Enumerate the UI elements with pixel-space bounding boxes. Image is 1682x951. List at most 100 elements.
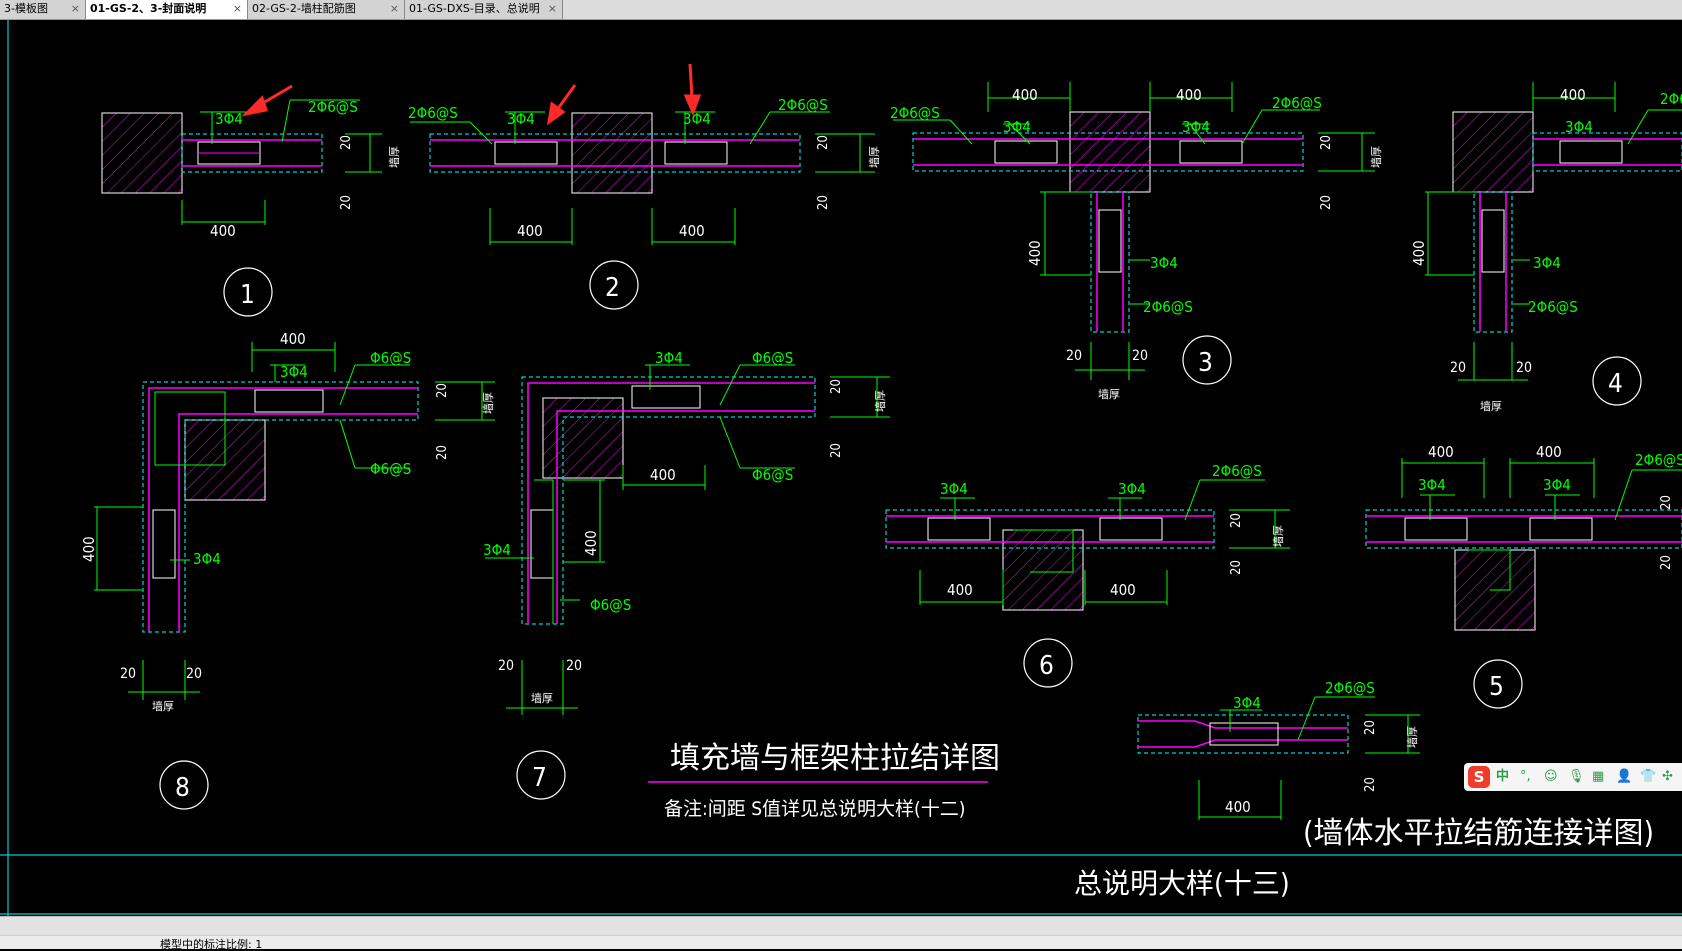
drawing-titles: 填充墙与框架柱拉结详图 备注:间距 S值详见总说明大样(十二) 总说明大样(十三…: [648, 741, 1290, 900]
column-section: [571, 112, 653, 194]
detail-number: 7: [532, 763, 547, 793]
dim-400: 400: [1026, 240, 1044, 266]
dim-400: 400: [1410, 240, 1428, 266]
close-icon[interactable]: ×: [233, 0, 242, 17]
label-3phi4: 3Φ4: [215, 110, 243, 128]
dim-400: 400: [1110, 581, 1136, 599]
dim-20: 20: [829, 379, 844, 394]
label-2phi6: 2Φ6@S: [1528, 298, 1578, 316]
label-3phi4: 3Φ4: [655, 349, 683, 367]
dim-20: 20: [339, 195, 354, 210]
skin-icon[interactable]: 👕: [1640, 767, 1656, 787]
dim-20: 20: [498, 658, 514, 674]
dim-20: 20: [816, 195, 831, 210]
label-phi6: Φ6@S: [370, 349, 411, 367]
dim-400: 400: [210, 222, 236, 240]
close-icon[interactable]: ×: [548, 0, 557, 17]
dim-20: 20: [1659, 555, 1674, 570]
microphone-icon[interactable]: 🎙: [1568, 767, 1585, 787]
label-2phi6: 2Φ6@S: [408, 104, 458, 122]
label-3phi4: 3Φ4: [193, 550, 221, 568]
dim-20: 20: [1319, 135, 1334, 150]
punctuation-icon[interactable]: °,: [1520, 767, 1531, 787]
column-section: [101, 112, 183, 194]
dim-20: 20: [435, 383, 450, 398]
keyboard-icon[interactable]: ▦: [1592, 767, 1604, 787]
user-icon[interactable]: 👤: [1616, 767, 1632, 787]
label-2phi6: 2Φ6@S: [1660, 90, 1682, 108]
sogou-logo-icon[interactable]: S: [1468, 766, 1490, 788]
label-3phi4: 3Φ4: [1150, 254, 1178, 272]
dim-400: 400: [650, 466, 676, 484]
label-3phi4: 3Φ4: [1565, 118, 1593, 136]
label-3phi4: 3Φ4: [1233, 694, 1261, 712]
column-section: [1069, 111, 1151, 193]
label-2phi6: 2Φ6@S: [1272, 94, 1322, 112]
detail-6: 3Φ4 3Φ4 2Φ6@S 400 400 20 20 墙厚 6: [885, 462, 1290, 688]
dim-20: 20: [1363, 777, 1378, 792]
label-2phi6: 2Φ6@S: [308, 98, 358, 116]
tab-label: 01-GS-DXS-目录、总说明: [409, 2, 540, 15]
wall-thickness-label: 墙厚: [1369, 146, 1383, 168]
dim-400: 400: [1176, 86, 1202, 104]
chinese-mode-icon[interactable]: 中: [1496, 767, 1509, 787]
dim-400: 400: [280, 330, 306, 348]
ime-toolbar[interactable]: S 中 °, ☺ 🎙 ▦ 👤 👕 ✣: [1464, 763, 1682, 791]
label-phi6: Φ6@S: [752, 466, 793, 484]
detail-7: 3Φ4 Φ6@S Φ6@S 400 400 3Φ4 Φ6@S 20 20 墙厚 …: [483, 349, 890, 800]
label-3phi4: 3Φ4: [683, 110, 711, 128]
close-icon[interactable]: ×: [71, 0, 80, 17]
tab-1[interactable]: 01-GS-2、3-封面说明 ×: [86, 0, 248, 19]
horizontal-scrollbar[interactable]: [0, 917, 1682, 936]
wall-thickness-label: 墙厚: [873, 390, 887, 412]
detail-1: 3Φ4 2Φ6@S 400 20 20 墙厚 1: [101, 98, 401, 317]
label-2phi6: 2Φ6@S: [1212, 462, 1262, 480]
label-phi6: Φ6@S: [752, 349, 793, 367]
dim-400: 400: [947, 581, 973, 599]
tab-3[interactable]: 01-GS-DXS-目录、总说明 ×: [405, 0, 563, 19]
dim-20: 20: [339, 135, 354, 150]
detail-number: 2: [605, 273, 620, 303]
label-phi6: Φ6@S: [590, 596, 631, 614]
sub-title: (墙体水平拉结筋连接详图): [1303, 816, 1654, 851]
detail-3: 400 400 3Φ4 3Φ4 2Φ6@S 2Φ6@S 3Φ4 2Φ6@S 40…: [890, 82, 1383, 401]
label-3phi4: 3Φ4: [1182, 118, 1210, 136]
emoji-icon[interactable]: ☺: [1544, 767, 1558, 787]
label-2phi6: 2Φ6@S: [1325, 679, 1375, 697]
label-3phi4: 3Φ4: [1418, 476, 1446, 494]
label-2phi6: 2Φ6@S: [778, 96, 828, 114]
note-text: 备注:间距 S值详见总说明大样(十二): [664, 798, 965, 820]
dim-400: 400: [679, 222, 705, 240]
dim-20: 20: [1132, 348, 1148, 364]
close-icon[interactable]: ×: [390, 0, 399, 17]
wall-thickness-label: 墙厚: [152, 699, 174, 713]
detail-5: 400 400 3Φ4 3Φ4 2Φ6@S 20 20 5: [1365, 443, 1682, 709]
dim-20: 20: [829, 443, 844, 458]
wall-thickness-label: 墙厚: [1098, 387, 1120, 401]
dim-20: 20: [1066, 348, 1082, 364]
dim-20: 20: [186, 666, 202, 682]
tab-0[interactable]: 3-模板图 ×: [0, 0, 86, 19]
tab-label: 02-GS-2-墙柱配筋图: [252, 2, 356, 15]
dim-400: 400: [1560, 86, 1586, 104]
dim-20: 20: [435, 445, 450, 460]
label-phi6: Φ6@S: [370, 460, 411, 478]
label-3phi4: 3Φ4: [1003, 118, 1031, 136]
document-tab-bar: 3-模板图 × 01-GS-2、3-封面说明 × 02-GS-2-墙柱配筋图 × 01…: [0, 0, 1682, 20]
dim-20: 20: [1659, 495, 1674, 510]
wall-thickness-label: 墙厚: [1480, 399, 1502, 413]
tab-2[interactable]: 02-GS-2-墙柱配筋图 ×: [248, 0, 405, 19]
dim-400: 400: [1012, 86, 1038, 104]
column-section: [1452, 111, 1534, 193]
dim-20: 20: [1516, 360, 1532, 376]
tab-label: 3-模板图: [4, 2, 48, 15]
dim-20: 20: [120, 666, 136, 682]
tools-icon[interactable]: ✣: [1662, 767, 1673, 787]
label-2phi6: 2Φ6@S: [890, 104, 940, 122]
detail-number: 8: [175, 773, 190, 803]
label-3phi4: 3Φ4: [280, 363, 308, 381]
tab-label: 01-GS-2、3-封面说明: [90, 2, 207, 15]
dim-20: 20: [1363, 720, 1378, 735]
label-3phi4: 3Φ4: [1118, 480, 1146, 498]
cad-drawing-canvas[interactable]: 3Φ4 2Φ6@S 400 20 20 墙厚 1 3Φ4 3Φ4 2Φ6@S 2…: [0, 20, 1682, 916]
